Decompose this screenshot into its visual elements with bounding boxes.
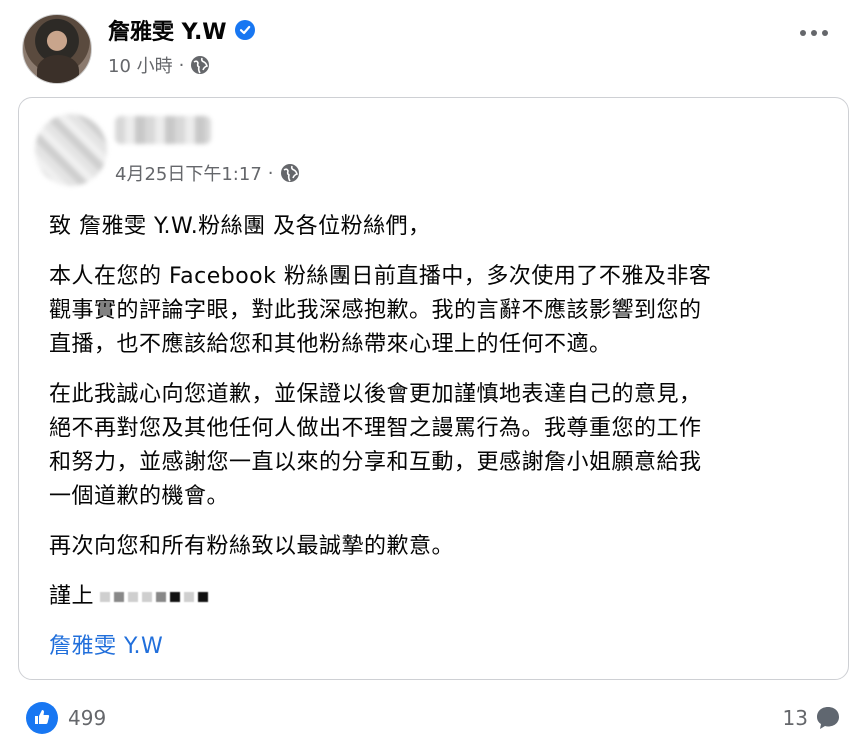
post-meta: 10 小時 · (108, 52, 210, 78)
shared-post-card[interactable]: 4月25日下午1:17 · 致 詹雅雯 Y.W.粉絲團 及各位粉絲們， 本人在您… (18, 97, 849, 680)
paragraph-2: 在此我誠心向您道歉，並保證以後會更加謹慎地表達自己的意見， 絕不再對您及其他任何… (49, 378, 829, 514)
shared-post-meta: 4月25日下午1:17 · (115, 160, 300, 186)
sign-off-text: 謹上 (49, 584, 95, 609)
globe-icon (280, 163, 300, 183)
comment-count[interactable]: 13 (783, 706, 808, 730)
sign-off-row: 謹上 (49, 580, 829, 614)
comment-icon[interactable] (814, 704, 842, 732)
reaction-count[interactable]: 499 (68, 706, 106, 730)
verified-badge-icon (234, 20, 255, 40)
globe-icon (190, 55, 210, 75)
post-header: 詹雅雯 Y.W 10 小時 · (22, 12, 842, 84)
paragraph-line: 絕不再對您及其他任何人做出不理智之謾罵行為。我尊重您的工作 (49, 416, 702, 441)
paragraph-line: 在此我誠心向您道歉，並保證以後會更加謹慎地表達自己的意見， (49, 382, 702, 407)
blurred-signature (100, 592, 209, 602)
post-time[interactable]: 10 小時 (108, 52, 173, 78)
paragraph-3: 再次向您和所有粉絲致以最誠摯的歉意。 (49, 534, 455, 559)
author-avatar[interactable] (22, 14, 92, 84)
paragraph-1: 本人在您的 Facebook 粉絲團日前直播中，多次使用了不雅及非客 觀事實的評… (49, 260, 829, 362)
post-footer: 499 13 (22, 700, 842, 740)
like-icon[interactable] (26, 702, 58, 734)
shared-author-name-blurred[interactable] (115, 116, 211, 144)
author-name[interactable]: 詹雅雯 Y.W (108, 14, 227, 46)
author-row: 詹雅雯 Y.W (108, 14, 255, 46)
paragraph-line: 本人在您的 Facebook 粉絲團日前直播中，多次使用了不雅及非客 (49, 264, 712, 289)
more-options-icon[interactable] (800, 30, 828, 36)
shared-post-time[interactable]: 4月25日下午1:17 (115, 160, 262, 186)
paragraph-line: 一個道歉的機會。 (49, 484, 230, 509)
paragraph-line: 直播，也不應該給您和其他粉絲帶來心理上的任何不適。 (49, 332, 612, 357)
shared-author-avatar-blurred[interactable] (35, 114, 107, 186)
paragraph-line: 和努力，並感謝您一直以來的分享和互動，更感謝詹小姐願意給我 (49, 450, 702, 475)
paragraph-line: 觀事實的評論字眼，對此我深感抱歉。我的言辭不應該影響到您的 (49, 298, 702, 323)
greeting: 致 詹雅雯 Y.W.粉絲團 及各位粉絲們， (49, 214, 431, 239)
shared-meta-separator: · (267, 162, 274, 184)
shared-post-body: 致 詹雅雯 Y.W.粉絲團 及各位粉絲們， 本人在您的 Facebook 粉絲團… (49, 210, 829, 664)
meta-separator: · (178, 54, 185, 76)
tagged-page-link[interactable]: 詹雅雯 Y.W (49, 630, 829, 664)
